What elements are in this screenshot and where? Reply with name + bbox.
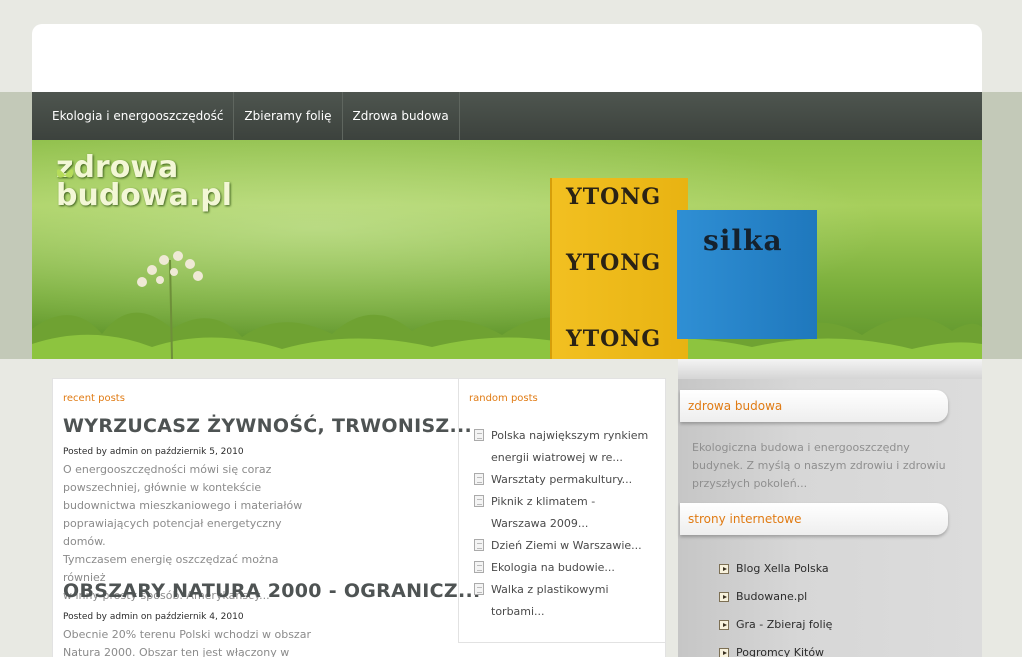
external-link-label: Budowane.pl (736, 590, 808, 603)
post-item: OBSZARY NATURA 2000 - OGRANICZ... Posted… (63, 580, 480, 657)
external-links-list: Blog Xella Polska Budowane.pl Gra - Zbie… (719, 555, 833, 657)
post-meta: Posted by admin on październik 5, 2010 (63, 447, 244, 457)
document-icon (474, 561, 484, 573)
document-icon (474, 473, 484, 485)
logo-line-2: budowa.pl (56, 178, 233, 213)
sidebar-heading-strony: strony internetowe (680, 503, 948, 535)
random-post-line: Polska największym rynkiem (491, 429, 649, 442)
arrow-right-icon (719, 620, 729, 630)
document-icon (474, 429, 484, 441)
silka-label: silka (703, 224, 783, 257)
main-nav: Ekologia i energooszczędość Zbieramy fol… (32, 92, 982, 140)
nav-item-zbieramy-folie[interactable]: Zbieramy folię (234, 92, 343, 140)
post-meta: Posted by admin on październik 4, 2010 (63, 612, 244, 622)
main-content: recent posts WYRZUCASZ ŻYWNOŚĆ, TRWONISZ… (52, 378, 666, 657)
nav-item-ekologia[interactable]: Ekologia i energooszczędość (42, 92, 235, 140)
post-excerpt-line: O energooszczędności mówi się coraz (63, 463, 272, 476)
random-posts-heading: random posts (469, 393, 538, 404)
recent-posts-heading: recent posts (63, 393, 125, 404)
external-link[interactable]: Budowane.pl (719, 583, 832, 611)
document-icon (474, 539, 484, 551)
random-post-link[interactable]: Piknik z klimatem - Warszawa 2009... (474, 491, 661, 535)
silka-product-image: silka (677, 210, 817, 339)
external-link[interactable]: Gra - Zbieraj folię (719, 611, 833, 639)
site-logo[interactable]: zdrowa budowa.pl (56, 153, 233, 213)
post-excerpt-line: budownictwa mieszkaniowego i materiałów (63, 499, 303, 512)
random-post-link[interactable]: Polska największym rynkiem energii wiatr… (474, 425, 661, 469)
ytong-label-bottom: YTONG (566, 326, 662, 352)
random-post-line: Warszawa 2009... (491, 517, 589, 530)
random-post-link[interactable]: Warsztaty permakultury... (474, 469, 661, 491)
random-post-link[interactable]: Ekologia na budowie... (474, 557, 661, 579)
random-post-line: Ekologia na budowie... (491, 561, 615, 574)
post-title[interactable]: WYRZUCASZ ŻYWNOŚĆ, TRWONISZ... (63, 415, 472, 437)
sidebar-heading-zdrowa-budowa: zdrowa budowa (680, 390, 948, 422)
external-link-label: Blog Xella Polska (736, 562, 829, 575)
post-excerpt: Obecnie 20% terenu Polski wchodzi w obsz… (63, 626, 323, 657)
post-title[interactable]: OBSZARY NATURA 2000 - OGRANICZ... (63, 580, 481, 602)
arrow-right-icon (719, 564, 729, 574)
document-icon (474, 583, 484, 595)
sidebar: zdrowa budowa Ekologiczna budowa i energ… (678, 359, 982, 657)
post-excerpt-line: powszechniej, głównie w kontekście (63, 481, 262, 494)
post-excerpt-line: poprawiających potencjał energetyczny do… (63, 517, 282, 548)
random-post-line: energii wiatrowej w re... (491, 451, 623, 464)
random-posts-list: Polska największym rynkiem energii wiatr… (474, 425, 661, 623)
random-post-link[interactable]: Walka z plastikowymi torbami... (474, 579, 661, 623)
sidebar-description: Ekologiczna budowa i energooszczędny bud… (692, 441, 946, 490)
header-top (32, 24, 982, 92)
random-post-line: Walka z plastikowymi (491, 583, 609, 596)
external-link[interactable]: Pogromcy Kitów (719, 639, 832, 657)
ytong-label: YTONG (566, 184, 662, 210)
flower-illustration (137, 251, 203, 359)
ytong-product-image: YTONG YTONG YTONG (550, 178, 688, 359)
random-post-link[interactable]: Dzień Ziemi w Warszawie... (474, 535, 661, 557)
post-excerpt-line: Natura 2000. Obszar ten jest włączony w (63, 646, 290, 657)
butterfly-icon (56, 169, 74, 178)
document-icon (474, 495, 484, 507)
external-link[interactable]: Blog Xella Polska (719, 555, 832, 583)
arrow-right-icon (719, 648, 729, 657)
random-post-line: Dzień Ziemi w Warszawie... (491, 539, 642, 552)
arrow-right-icon (719, 592, 729, 602)
post-item: WYRZUCASZ ŻYWNOŚĆ, TRWONISZ... Posted by… (63, 415, 472, 605)
nav-item-zdrowa-budowa[interactable]: Zdrowa budowa (343, 92, 460, 140)
random-posts: random posts Polska największym rynkiem … (458, 379, 666, 643)
sidebar-top-fade (678, 359, 982, 379)
header-banner: zdrowa budowa.pl YTONG YTONG YTONG silka (32, 140, 982, 359)
external-link-label: Gra - Zbieraj folię (736, 618, 833, 631)
random-post-line: Warsztaty permakultury... (491, 473, 633, 486)
external-link-label: Pogromcy Kitów (736, 646, 825, 657)
post-excerpt-line: Obecnie 20% terenu Polski wchodzi w obsz… (63, 628, 311, 641)
ytong-label-middle: YTONG (566, 250, 662, 276)
random-post-line: torbami... (491, 605, 545, 618)
random-post-line: Piknik z klimatem - (491, 495, 596, 508)
